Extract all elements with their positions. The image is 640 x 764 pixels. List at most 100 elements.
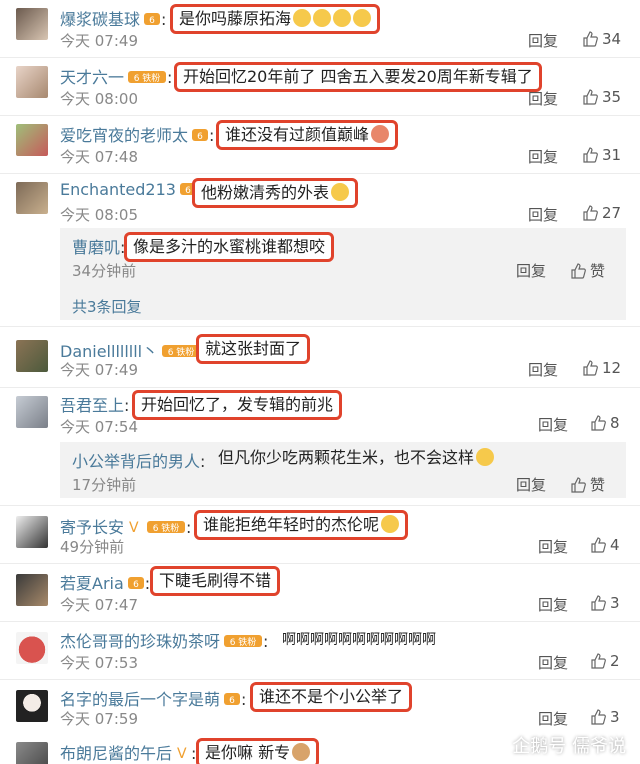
svg-text:6 铁粉: 6 铁粉 — [153, 522, 180, 534]
author-name[interactable]: 若夏Aria — [60, 574, 124, 593]
sub-reply-author[interactable]: 小公举背后的男人: — [72, 448, 205, 472]
avatar[interactable] — [16, 8, 48, 40]
sub-reply-author[interactable]: 曹磨叽: — [72, 234, 125, 258]
comment-author[interactable]: 名字的最后一个字是萌 6: — [60, 686, 246, 711]
comment-item: 名字的最后一个字是萌 6: 谁还不是个小公举了 今天 07:59 回复 3 — [0, 680, 640, 736]
like-count: 3 — [610, 594, 620, 612]
avatar[interactable] — [16, 742, 48, 764]
comment-time: 今天 07:48 — [60, 148, 138, 166]
sub-like-button[interactable]: 赞 — [570, 474, 605, 495]
emoji-icon — [331, 183, 350, 201]
comment-author[interactable]: 布朗尼酱的午后 V: — [60, 740, 196, 764]
comment-author[interactable]: Enchanted2136: — [60, 180, 202, 201]
comment-item: 寄予长安 V 6 铁粉: 谁能拒绝年轻时的杰伦呢 49分钟前 回复 4 — [0, 506, 640, 562]
reply-button[interactable]: 回复 — [538, 536, 568, 557]
reply-button[interactable]: 回复 — [528, 204, 558, 225]
author-name[interactable]: 爆浆碳基球 — [60, 10, 140, 29]
thumbs-up-icon — [591, 709, 606, 725]
like-count: 31 — [602, 146, 622, 164]
like-button[interactable]: 27 — [582, 204, 621, 222]
comment-author[interactable]: 爆浆碳基球 6: — [60, 6, 166, 31]
svg-text:6: 6 — [149, 16, 155, 26]
author-name[interactable]: 寄予长安 — [60, 518, 124, 537]
reply-button[interactable]: 回复 — [538, 414, 568, 435]
reply-button[interactable]: 回复 — [528, 88, 558, 109]
comment-author[interactable]: 若夏Aria 6: — [60, 570, 150, 595]
author-name[interactable]: 布朗尼酱的午后 — [60, 744, 172, 763]
like-button[interactable]: 8 — [590, 414, 620, 432]
sub-reply-button[interactable]: 回复 — [516, 260, 546, 281]
comment-time: 49分钟前 — [60, 538, 125, 556]
like-button[interactable]: 31 — [582, 146, 621, 164]
thumbs-up-icon — [591, 415, 606, 431]
thumbs-up-icon — [583, 31, 598, 47]
thumbs-up-icon — [591, 653, 606, 669]
like-button[interactable]: 3 — [590, 708, 620, 726]
thumbs-up-icon — [583, 147, 598, 163]
comment-author[interactable]: 天才六一 6 铁粉: — [60, 64, 172, 89]
verified-icon: V — [175, 745, 191, 764]
like-button[interactable]: 3 — [590, 594, 620, 612]
avatar[interactable] — [16, 340, 48, 372]
like-button[interactable]: 34 — [582, 30, 621, 48]
like-count: 2 — [610, 652, 620, 670]
like-button[interactable]: 35 — [582, 88, 621, 106]
fan-badge-icon: 6 — [143, 11, 161, 31]
fan-badge-icon: 6 铁粉 — [127, 69, 167, 89]
emoji-icon — [476, 448, 495, 466]
avatar[interactable] — [16, 182, 48, 214]
comment-item: 若夏Aria 6: 下睫毛刷得不错 今天 07:47 回复 3 — [0, 564, 640, 620]
avatar[interactable] — [16, 574, 48, 606]
avatar[interactable] — [16, 124, 48, 156]
comment-item: Daniellllllll丶6 铁粉: 就这张封面了 今天 07:49 回复 1… — [0, 332, 640, 388]
reply-button[interactable]: 回复 — [528, 359, 558, 380]
like-button[interactable]: 2 — [590, 652, 620, 670]
thumbs-up-icon — [591, 595, 606, 611]
sub-like-button[interactable]: 赞 — [570, 260, 605, 281]
sub-like-label: 赞 — [590, 262, 606, 280]
thumbs-up-icon — [583, 360, 598, 376]
svg-text:6 铁粉: 6 铁粉 — [134, 72, 161, 84]
comment-author[interactable]: 寄予长安 V 6 铁粉: — [60, 514, 191, 539]
sub-reply-time: 34分钟前 — [72, 262, 137, 280]
author-name[interactable]: 爱吃宵夜的老师太 — [60, 126, 188, 145]
avatar[interactable] — [16, 396, 48, 428]
like-button[interactable]: 12 — [582, 359, 621, 377]
author-name[interactable]: Enchanted213 — [60, 180, 176, 199]
comment-text: 谁还不是个小公举了 — [250, 682, 413, 712]
like-count: 35 — [602, 88, 622, 106]
comment-text: 谁还没有过颜值巅峰 — [216, 120, 399, 150]
avatar[interactable] — [16, 66, 48, 98]
author-name[interactable]: 吾君至上 — [60, 396, 124, 415]
reply-button[interactable]: 回复 — [528, 30, 558, 51]
comment-time: 今天 07:49 — [60, 361, 138, 379]
avatar[interactable] — [16, 516, 48, 548]
comment-item: Enchanted2136: 他粉嫩清秀的外表 今天 08:05 回复 27 曹… — [0, 174, 640, 324]
reply-button[interactable]: 回复 — [538, 652, 568, 673]
sub-reply-button[interactable]: 回复 — [516, 474, 546, 495]
sub-reply-text: 像是多汁的水蜜桃谁都想咬 — [124, 232, 335, 262]
thumbs-up-icon — [583, 205, 598, 221]
comment-author[interactable]: 杰伦哥哥的珍珠奶茶呀 6 铁粉: — [60, 628, 268, 653]
like-button[interactable]: 4 — [590, 536, 620, 554]
author-name[interactable]: 杰伦哥哥的珍珠奶茶呀 — [60, 632, 220, 651]
reply-button[interactable]: 回复 — [538, 708, 568, 729]
author-name[interactable]: 天才六一 — [60, 68, 124, 87]
reply-button[interactable]: 回复 — [538, 594, 568, 615]
like-count: 4 — [610, 536, 620, 554]
like-count: 12 — [602, 359, 622, 377]
svg-text:6: 6 — [229, 696, 235, 706]
reply-button[interactable]: 回复 — [528, 146, 558, 167]
comment-text: 谁能拒绝年轻时的杰伦呢 — [194, 510, 409, 540]
sub-reply-time: 17分钟前 — [72, 476, 137, 494]
avatar[interactable] — [16, 690, 48, 722]
comment-author[interactable]: 爱吃宵夜的老师太 6: — [60, 122, 214, 147]
fan-badge-icon: 6 — [223, 691, 241, 711]
fan-badge-icon: 6 铁粉 — [223, 633, 263, 653]
divider — [0, 326, 640, 327]
comment-author[interactable]: 吾君至上: — [60, 392, 129, 416]
author-name[interactable]: 名字的最后一个字是萌 — [60, 690, 220, 709]
emoji-icon — [381, 515, 400, 533]
more-replies-link[interactable]: 共3条回复 — [72, 296, 142, 317]
avatar[interactable] — [16, 632, 48, 664]
